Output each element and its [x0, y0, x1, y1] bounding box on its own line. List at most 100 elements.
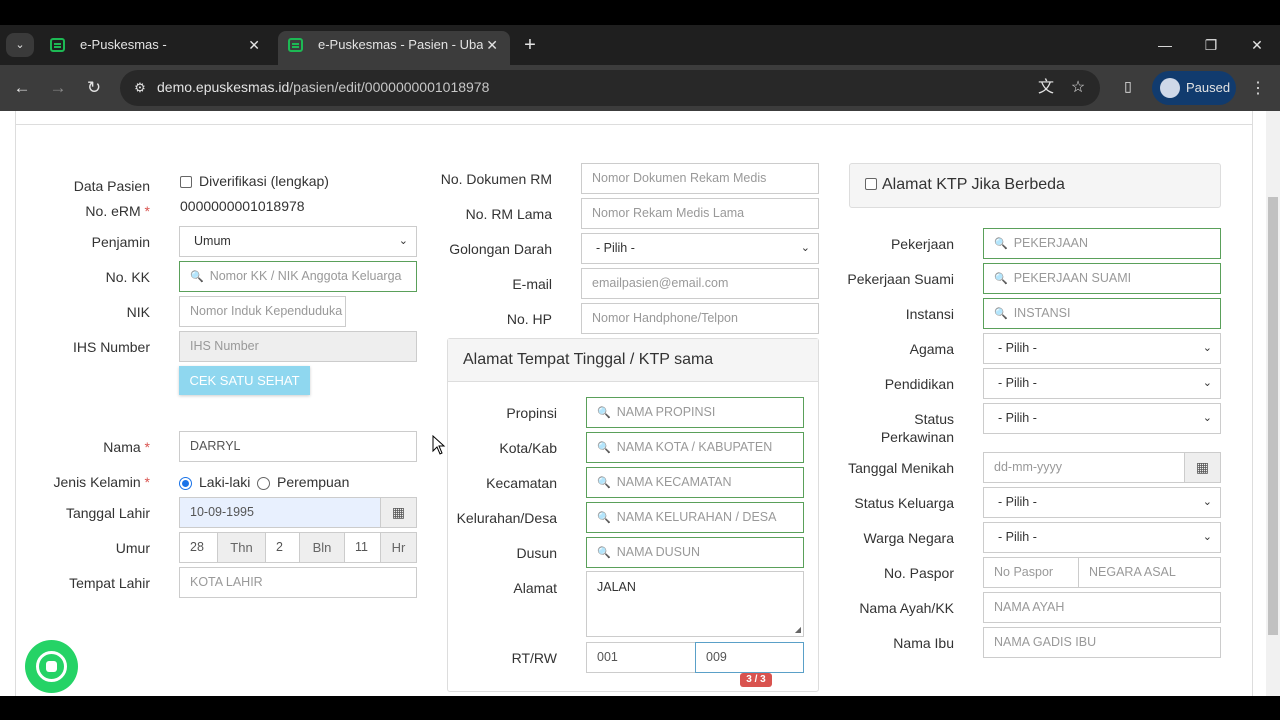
more-menu-icon[interactable]: ⋮ [1248, 78, 1268, 98]
no-kk-placeholder: Nomor KK / NIK Anggota Keluarga [209, 269, 402, 283]
chevron-down-icon: ⌄ [1202, 412, 1212, 424]
back-arrow-icon[interactable]: ← [8, 74, 36, 102]
epuskesmas-favicon-icon [50, 38, 65, 52]
tanggal-lahir-label: Tanggal Lahir [65, 505, 150, 521]
nama-ibu-input[interactable]: NAMA GADIS IBU [983, 627, 1221, 658]
new-tab-plus-icon[interactable]: + [518, 31, 542, 59]
pendidikan-label: Pendidikan [884, 376, 954, 392]
tab-close-icon[interactable]: ✕ [486, 31, 498, 59]
status-keluarga-select[interactable]: - Pilih - ⌄ [983, 487, 1221, 518]
reload-icon[interactable]: ↻ [80, 74, 108, 102]
scrollbar-thumb[interactable] [1268, 197, 1278, 635]
nama-label-text: Nama [103, 439, 141, 455]
nama-ayah-label: Nama Ayah/KK [859, 600, 954, 616]
close-window-icon[interactable]: ✕ [1234, 31, 1280, 59]
laki-laki-label: Laki-laki [199, 474, 251, 490]
cek-satu-sehat-button[interactable]: CEK SATU SEHAT [179, 366, 310, 395]
tempat-lahir-label: Tempat Lahir [69, 575, 150, 591]
tanggal-menikah-input[interactable]: dd-mm-yyyy [983, 452, 1185, 483]
no-dokumen-rm-input[interactable]: Nomor Dokumen Rekam Medis [581, 163, 819, 194]
agama-value: - Pilih - [998, 341, 1037, 355]
email-input[interactable]: emailpasien@email.com [581, 268, 819, 299]
perempuan-radio[interactable] [257, 477, 270, 490]
kota-kab-placeholder: NAMA KOTA / KABUPATEN [616, 440, 773, 454]
no-kk-input[interactable]: 🔍 Nomor KK / NIK Anggota Keluarga [179, 261, 417, 292]
tanggal-lahir-input[interactable]: 10-09-1995 [179, 497, 381, 528]
golongan-darah-select[interactable]: - Pilih - ⌄ [581, 233, 819, 264]
browser-window: ⌄ e-Puskesmas - ✕ e-Puskesmas - Pasien -… [0, 25, 1280, 696]
kecamatan-input[interactable]: 🔍 NAMA KECAMATAN [586, 467, 804, 498]
bln-addon: Bln [299, 532, 345, 563]
status-perkawinan-select[interactable]: - Pilih - ⌄ [983, 403, 1221, 434]
translate-icon[interactable]: 文 [1034, 76, 1058, 100]
warga-negara-select[interactable]: - Pilih - ⌄ [983, 522, 1221, 553]
kelurahan-desa-label: Kelurahan/Desa [456, 510, 557, 526]
tab-pasien-ubah-data[interactable]: e-Puskesmas - Pasien - Ubah Data ✕ [278, 31, 510, 65]
rt-rw-label: RT/RW [511, 650, 557, 666]
no-paspor-input[interactable]: No Paspor [983, 557, 1079, 588]
no-erm-value: 0000000001018978 [180, 198, 305, 214]
site-settings-icon[interactable]: ⚙ [128, 76, 152, 100]
address-bar[interactable]: ⚙ demo.epuskesmas.id/pasien/edit/0000000… [120, 70, 1100, 106]
data-pasien-label: Data Pasien [73, 178, 150, 194]
no-kk-label: No. KK [105, 269, 150, 285]
rw-input[interactable]: 009 [695, 642, 804, 673]
warga-negara-label: Warga Negara [863, 530, 954, 546]
forward-arrow-icon[interactable]: → [44, 74, 72, 102]
kelurahan-desa-input[interactable]: 🔍 NAMA KELURAHAN / DESA [586, 502, 804, 533]
diverifikasi-label: Diverifikasi (lengkap) [199, 173, 329, 189]
nama-ayah-input[interactable]: NAMA AYAH [983, 592, 1221, 623]
calendar-icon[interactable]: ▦ [1184, 452, 1221, 483]
nik-input[interactable]: Nomor Induk Kependuduka [179, 296, 346, 327]
pekerjaan-suami-input[interactable]: 🔍 PEKERJAAN SUAMI [983, 263, 1221, 294]
nama-input[interactable]: DARRYL [179, 431, 417, 462]
resize-handle-icon[interactable]: ◢ [795, 625, 801, 634]
chevron-down-icon: ⌄ [1202, 377, 1212, 389]
whatsapp-button[interactable] [25, 640, 78, 693]
alamat-textarea[interactable]: JALAN ◢ [586, 571, 804, 637]
penjamin-select[interactable]: Umum ⌄ [179, 226, 417, 257]
search-icon: 🔍 [597, 477, 611, 489]
pendidikan-select[interactable]: - Pilih - ⌄ [983, 368, 1221, 399]
status-perkawinan-label-line2: Perkawinan [880, 429, 954, 445]
tanggal-menikah-label: Tanggal Menikah [848, 460, 954, 476]
tab-close-icon[interactable]: ✕ [248, 31, 260, 59]
tab-search-chevron-icon[interactable]: ⌄ [6, 33, 34, 57]
no-rm-lama-input[interactable]: Nomor Rekam Medis Lama [581, 198, 819, 229]
negara-asal-input[interactable]: NEGARA ASAL [1078, 557, 1221, 588]
minimize-icon[interactable]: — [1142, 31, 1188, 59]
profile-paused-button[interactable]: Paused [1152, 71, 1236, 105]
propinsi-input[interactable]: 🔍 NAMA PROPINSI [586, 397, 804, 428]
calendar-icon[interactable]: ▦ [380, 497, 417, 528]
search-icon: 🔍 [597, 407, 611, 419]
no-hp-input[interactable]: Nomor Handphone/Telpon [581, 303, 819, 334]
diverifikasi-checkbox[interactable] [180, 176, 192, 188]
tab-epuskesmas[interactable]: e-Puskesmas - ✕ [40, 31, 272, 65]
kota-kab-label: Kota/Kab [499, 440, 557, 456]
side-panel-icon[interactable]: ▯ [1116, 78, 1140, 98]
restore-icon[interactable]: ❐ [1188, 31, 1234, 59]
umur-hr-input[interactable]: 11 [344, 532, 381, 563]
chevron-down-icon: ⌄ [1202, 531, 1212, 543]
char-count-badge: 3 / 3 [740, 673, 772, 687]
search-icon: 🔍 [994, 238, 1008, 250]
no-erm-label-text: No. eRM [85, 203, 141, 219]
bookmark-star-icon[interactable]: ☆ [1066, 76, 1090, 100]
tempat-lahir-input[interactable]: KOTA LAHIR [179, 567, 417, 598]
alamat-ktp-checkbox[interactable] [865, 178, 877, 190]
laki-laki-radio[interactable] [179, 477, 192, 490]
pekerjaan-input[interactable]: 🔍 PEKERJAAN [983, 228, 1221, 259]
agama-select[interactable]: - Pilih - ⌄ [983, 333, 1221, 364]
rt-input[interactable]: 001 [586, 642, 696, 673]
kota-kab-input[interactable]: 🔍 NAMA KOTA / KABUPATEN [586, 432, 804, 463]
status-perkawinan-label: Status Perkawinan [845, 410, 954, 446]
alamat-value: JALAN [597, 580, 636, 594]
umur-bln-input[interactable]: 2 [265, 532, 300, 563]
required-asterisk: * [144, 474, 150, 490]
penjamin-value: Umum [194, 234, 231, 248]
instansi-input[interactable]: 🔍 INSTANSI [983, 298, 1221, 329]
umur-thn-input[interactable]: 28 [179, 532, 218, 563]
dusun-input[interactable]: 🔍 NAMA DUSUN [586, 537, 804, 568]
propinsi-placeholder: NAMA PROPINSI [616, 405, 716, 419]
browser-toolbar: ← → ↻ ⚙ demo.epuskesmas.id/pasien/edit/0… [0, 65, 1280, 111]
